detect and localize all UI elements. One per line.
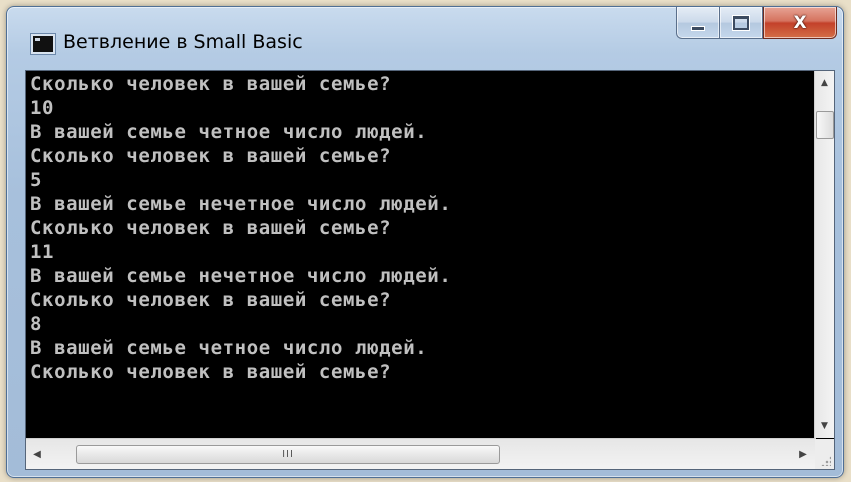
maximize-button[interactable] (719, 7, 763, 39)
console-line: В вашей семье четное число людей. (30, 121, 428, 143)
caption-buttons: X (676, 7, 837, 40)
console-line: Сколько человек в вашей семье? (30, 289, 392, 311)
console-line: 10 (30, 97, 55, 119)
scrollbar-corner (815, 439, 834, 469)
console-line: В вашей семье нечетное число людей. (30, 193, 452, 215)
window-title: Ветвление в Small Basic (63, 31, 303, 53)
scroll-grip: III (282, 449, 294, 460)
console-window-icon[interactable] (31, 34, 55, 54)
vertical-scrollbar[interactable]: ▲ ▼ (814, 71, 834, 438)
console-line: Сколько человек в вашей семье? (30, 217, 392, 239)
console-line: 5 (30, 169, 43, 191)
minimize-button[interactable] (676, 7, 719, 39)
scroll-right-arrow-icon[interactable]: ▶ (794, 444, 812, 464)
close-icon: X (793, 12, 807, 33)
vertical-scroll-thumb[interactable] (816, 111, 834, 139)
maximize-icon (733, 15, 749, 30)
scroll-left-arrow-icon[interactable]: ◀ (28, 444, 46, 464)
console-line: Сколько человек в вашей семье? (30, 145, 392, 167)
console-client-area: Сколько человек в вашей семье? 10 В ваше… (25, 70, 835, 470)
console-line: 11 (30, 241, 55, 263)
horizontal-scrollbar[interactable]: ◀ III ▶ (26, 438, 816, 469)
console-output[interactable]: Сколько человек в вашей семье? 10 В ваше… (26, 71, 816, 438)
console-text: Сколько человек в вашей семье? 10 В ваше… (26, 71, 816, 384)
scroll-up-arrow-icon[interactable]: ▲ (815, 74, 834, 92)
console-line: Сколько человек в вашей семье? (30, 361, 392, 383)
console-line: 8 (30, 313, 43, 335)
console-line: В вашей семье четное число людей. (30, 337, 428, 359)
console-line: В вашей семье нечетное число людей. (30, 265, 452, 287)
console-window: Ветвление в Small Basic X Сколько челове… (6, 6, 844, 478)
resize-grip-icon[interactable] (821, 456, 831, 466)
console-line: Сколько человек в вашей семье? (30, 73, 392, 95)
horizontal-scroll-thumb[interactable]: III (76, 445, 500, 464)
minimize-icon (691, 26, 705, 31)
title-bar[interactable]: Ветвление в Small Basic X (7, 7, 843, 69)
scroll-down-arrow-icon[interactable]: ▼ (815, 417, 834, 435)
close-button[interactable]: X (763, 7, 837, 39)
